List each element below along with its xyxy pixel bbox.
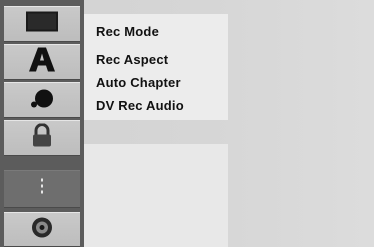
- record-dots-icon: [39, 178, 45, 201]
- sidebar-item-lock[interactable]: [4, 120, 80, 156]
- sidebar-item-disc[interactable]: [4, 212, 80, 247]
- padlock-icon: [30, 123, 54, 153]
- options-panel: [84, 144, 228, 247]
- sidebar-item-recording[interactable]: [4, 170, 80, 208]
- menu-item-dv-rec-audio[interactable]: DV Rec Audio: [96, 98, 184, 113]
- disc-icon: [30, 215, 54, 244]
- sidebar-item-audio[interactable]: [4, 82, 80, 118]
- setup-menu-screen: Rec Mode Rec Aspect Auto Chapter DV Rec …: [0, 0, 374, 247]
- tv-screen-icon: [25, 11, 59, 38]
- setup-sidebar: [0, 0, 84, 247]
- recording-submenu: Rec Mode Rec Aspect Auto Chapter DV Rec …: [84, 14, 228, 120]
- sidebar-item-language[interactable]: [4, 44, 80, 80]
- sidebar-item-display[interactable]: [4, 6, 80, 42]
- menu-item-auto-chapter[interactable]: Auto Chapter: [96, 75, 181, 90]
- color-drop-icon: [30, 86, 54, 115]
- menu-item-rec-mode[interactable]: Rec Mode: [96, 24, 159, 39]
- letter-a-icon: [28, 47, 56, 78]
- menu-item-rec-aspect[interactable]: Rec Aspect: [96, 52, 168, 67]
